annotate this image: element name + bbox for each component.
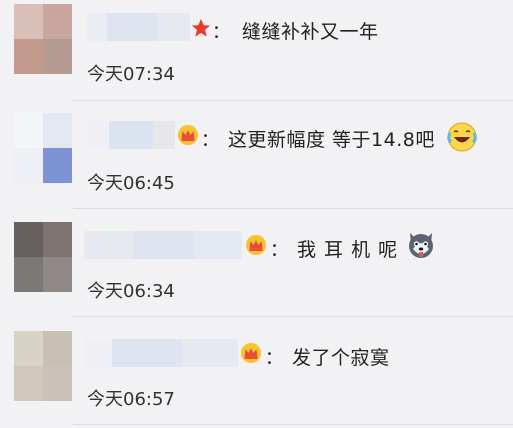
crown-badge-icon	[240, 342, 262, 364]
timestamp: 今天06:57	[87, 389, 175, 410]
husky-dog-emoji-icon	[409, 233, 433, 258]
avatar[interactable]	[14, 331, 72, 401]
comment-text: 我 耳 机 呢	[297, 239, 399, 261]
username-blurred[interactable]	[87, 121, 175, 149]
divider	[73, 316, 513, 317]
crown-badge-icon	[177, 124, 199, 146]
comment-item: ： 发了个寂寞 今天06:57	[0, 0, 513, 425]
colon: ：	[201, 130, 219, 151]
laughing-crying-emoji-icon	[447, 122, 477, 152]
colon: ：	[265, 348, 283, 369]
divider	[73, 424, 513, 425]
avatar[interactable]	[14, 222, 72, 292]
comment-text: 发了个寂寞	[292, 347, 390, 369]
colon: ：	[270, 240, 288, 261]
comment-text: 这更新幅度 等于14.8吧	[228, 129, 435, 151]
avatar[interactable]	[14, 113, 72, 183]
username-blurred[interactable]	[84, 231, 242, 259]
timestamp: 今天06:34	[87, 281, 175, 302]
timestamp: 今天06:45	[87, 173, 175, 194]
divider	[73, 208, 513, 209]
username-blurred[interactable]	[84, 339, 238, 367]
crown-badge-icon	[245, 234, 267, 256]
